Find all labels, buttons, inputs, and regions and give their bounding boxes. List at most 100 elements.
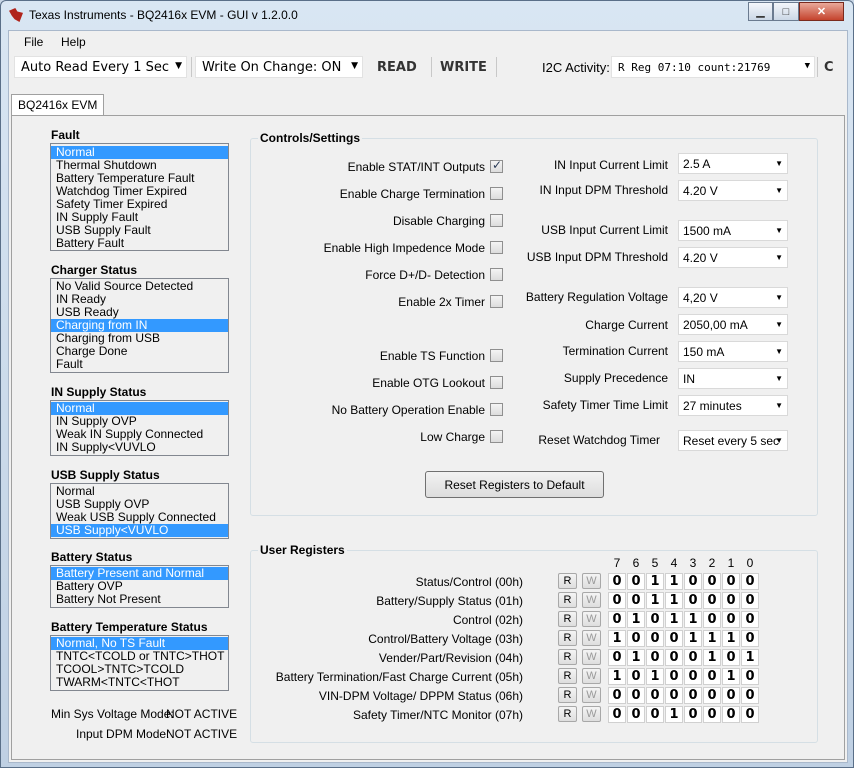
register-write-button[interactable]: W xyxy=(582,592,601,608)
register-write-button[interactable]: W xyxy=(582,668,601,684)
register-read-button[interactable]: R xyxy=(558,611,577,627)
register-bit[interactable]: 0 xyxy=(608,611,626,628)
enable-stat-int-checkbox[interactable]: ✓ xyxy=(490,158,503,173)
register-bit[interactable]: 0 xyxy=(627,687,645,704)
register-bit[interactable]: 0 xyxy=(608,687,626,704)
register-write-button[interactable]: W xyxy=(582,630,601,646)
enable-charge-termination-checkbox[interactable] xyxy=(490,187,503,200)
supply-precedence-select[interactable]: IN ▼ xyxy=(678,368,788,389)
low-charge-checkbox[interactable] xyxy=(490,430,503,443)
register-bit[interactable]: 0 xyxy=(722,649,740,666)
register-bit[interactable]: 1 xyxy=(627,611,645,628)
close-button[interactable]: ✕ xyxy=(799,2,844,21)
register-bit[interactable]: 0 xyxy=(703,611,721,628)
menu-file[interactable]: File xyxy=(24,35,43,49)
register-bit[interactable]: 1 xyxy=(703,649,721,666)
register-bit[interactable]: 1 xyxy=(684,611,702,628)
register-bit[interactable]: 0 xyxy=(684,573,702,590)
register-bit[interactable]: 1 xyxy=(665,611,683,628)
register-read-button[interactable]: R xyxy=(558,668,577,684)
reset-registers-button[interactable]: Reset Registers to Default xyxy=(425,471,604,498)
register-bit[interactable]: 0 xyxy=(741,573,759,590)
register-bit[interactable]: 0 xyxy=(741,630,759,647)
register-write-button[interactable]: W xyxy=(582,573,601,589)
usb-input-dpm-threshold-select[interactable]: 4.20 V ▼ xyxy=(678,247,788,268)
usb-input-current-limit-select[interactable]: 1500 mA ▼ xyxy=(678,220,788,241)
register-bit[interactable]: 0 xyxy=(722,592,740,609)
register-bit[interactable]: 0 xyxy=(684,706,702,723)
register-bit[interactable]: 0 xyxy=(684,687,702,704)
register-read-button[interactable]: R xyxy=(558,649,577,665)
register-bit[interactable]: 0 xyxy=(627,592,645,609)
register-write-button[interactable]: W xyxy=(582,687,601,703)
write-on-change-dropdown[interactable]: Write On Change: ON ▼ xyxy=(195,56,363,78)
register-bit[interactable]: 0 xyxy=(627,706,645,723)
register-bit[interactable]: 0 xyxy=(722,687,740,704)
in-input-dpm-threshold-select[interactable]: 4.20 V ▼ xyxy=(678,180,788,201)
enable-2x-timer-checkbox[interactable] xyxy=(490,295,503,308)
register-write-button[interactable]: W xyxy=(582,611,601,627)
register-bit[interactable]: 1 xyxy=(703,630,721,647)
register-bit[interactable]: 1 xyxy=(646,573,664,590)
register-read-button[interactable]: R xyxy=(558,592,577,608)
register-bit[interactable]: 1 xyxy=(741,649,759,666)
register-read-button[interactable]: R xyxy=(558,573,577,589)
in-input-current-limit-select[interactable]: 2.5 A ▼ xyxy=(678,153,788,174)
register-bit[interactable]: 0 xyxy=(646,649,664,666)
register-read-button[interactable]: R xyxy=(558,687,577,703)
auto-read-dropdown[interactable]: Auto Read Every 1 Sec ▼ xyxy=(14,56,187,78)
register-bit[interactable]: 0 xyxy=(722,573,740,590)
register-bit[interactable]: 0 xyxy=(608,706,626,723)
safety-timer-time-limit-select[interactable]: 27 minutes ▼ xyxy=(678,395,788,416)
i2c-activity-dropdown[interactable]: R Reg 07:10 count:21769 ▼ xyxy=(611,56,815,78)
register-bit[interactable]: 0 xyxy=(703,592,721,609)
register-bit[interactable]: 0 xyxy=(703,573,721,590)
register-write-button[interactable]: W xyxy=(582,649,601,665)
register-bit[interactable]: 0 xyxy=(741,687,759,704)
tab-bq2416x-evm[interactable]: BQ2416x EVM xyxy=(11,94,105,115)
register-bit[interactable]: 0 xyxy=(722,611,740,628)
register-bit[interactable]: 1 xyxy=(608,630,626,647)
register-bit[interactable]: 0 xyxy=(741,668,759,685)
register-bit[interactable]: 0 xyxy=(741,706,759,723)
menu-help[interactable]: Help xyxy=(61,35,86,49)
register-bit[interactable]: 0 xyxy=(627,573,645,590)
reset-watchdog-timer-select[interactable]: Reset every 5 sec ▼ xyxy=(678,430,788,451)
no-battery-operation-checkbox[interactable] xyxy=(490,403,503,416)
read-button[interactable]: READ xyxy=(377,60,417,75)
register-bit[interactable]: 0 xyxy=(684,592,702,609)
register-read-button[interactable]: R xyxy=(558,630,577,646)
register-bit[interactable]: 0 xyxy=(703,706,721,723)
register-bit[interactable]: 0 xyxy=(646,687,664,704)
register-bit[interactable]: 0 xyxy=(646,611,664,628)
register-bit[interactable]: 0 xyxy=(646,630,664,647)
enable-otg-lookout-checkbox[interactable] xyxy=(490,376,503,389)
register-bit[interactable]: 0 xyxy=(608,649,626,666)
register-bit[interactable]: 0 xyxy=(646,706,664,723)
register-bit[interactable]: 0 xyxy=(722,706,740,723)
register-bit[interactable]: 0 xyxy=(665,630,683,647)
register-bit[interactable]: 1 xyxy=(684,630,702,647)
register-read-button[interactable]: R xyxy=(558,706,577,722)
register-bit[interactable]: 0 xyxy=(741,611,759,628)
battery-regulation-voltage-select[interactable]: 4,20 V ▼ xyxy=(678,287,788,308)
register-bit[interactable]: 1 xyxy=(627,649,645,666)
register-bit[interactable]: 0 xyxy=(665,668,683,685)
register-bit[interactable]: 1 xyxy=(646,592,664,609)
register-bit[interactable]: 1 xyxy=(722,668,740,685)
register-bit[interactable]: 0 xyxy=(665,649,683,666)
enable-ts-function-checkbox[interactable] xyxy=(490,349,503,362)
register-bit[interactable]: 1 xyxy=(608,668,626,685)
register-bit[interactable]: 1 xyxy=(665,573,683,590)
register-bit[interactable]: 1 xyxy=(665,706,683,723)
termination-current-select[interactable]: 150 mA ▼ xyxy=(678,341,788,362)
register-bit[interactable]: 0 xyxy=(684,668,702,685)
register-bit[interactable]: 1 xyxy=(665,592,683,609)
register-bit[interactable]: 0 xyxy=(627,630,645,647)
register-write-button[interactable]: W xyxy=(582,706,601,722)
register-bit[interactable]: 0 xyxy=(608,573,626,590)
register-bit[interactable]: 0 xyxy=(684,649,702,666)
register-bit[interactable]: 0 xyxy=(627,668,645,685)
register-bit[interactable]: 1 xyxy=(646,668,664,685)
register-bit[interactable]: 0 xyxy=(703,668,721,685)
